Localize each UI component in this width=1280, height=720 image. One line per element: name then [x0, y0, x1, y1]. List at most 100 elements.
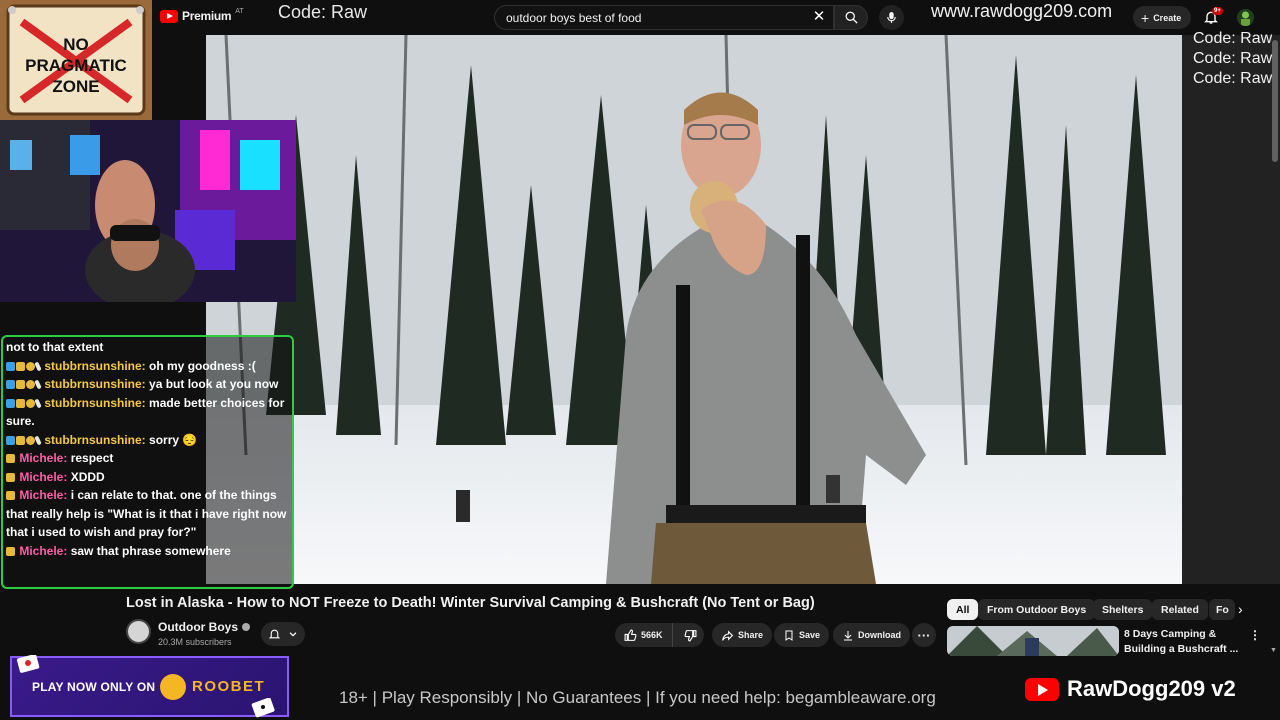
pencil-badge-icon: [34, 435, 42, 445]
chat-username: Michele:: [19, 488, 68, 502]
more-horizontal-icon: ···: [917, 627, 931, 643]
clear-search-icon[interactable]: ✕: [811, 9, 827, 25]
chip-shelters[interactable]: Shelters: [1093, 599, 1153, 620]
chat-text: sorry 😔: [145, 432, 198, 447]
roobet-brand: ROOBET: [192, 678, 266, 695]
crown-badge-icon: [16, 361, 25, 371]
sign-text: NO PRAGMATIC ZONE: [0, 34, 152, 97]
chat-text: respect: [67, 451, 114, 465]
bookmark-icon: [785, 630, 793, 641]
youtube-logo-icon: [1025, 678, 1059, 701]
channel-name[interactable]: Outdoor Boys: [158, 620, 250, 634]
create-label: Create: [1153, 12, 1182, 23]
sign-line: NO: [63, 35, 89, 54]
chat-message: Michele: respect: [6, 449, 289, 468]
pencil-badge-icon: [34, 379, 42, 390]
playing-card-icon: [16, 655, 40, 673]
chat-message: stubbrnsunshine: oh my goodness :(: [6, 357, 289, 376]
more-actions-button[interactable]: ···: [912, 623, 936, 647]
search-input[interactable]: outdoor boys best of food: [494, 5, 834, 30]
verified-icon: [242, 623, 250, 631]
like-button[interactable]: 566K: [615, 623, 673, 647]
chat-message: stubbrnsunshine: sorry 😔: [6, 431, 289, 450]
stream-screen: Premium AT Code: Raw outdoor boys best o…: [0, 0, 1280, 720]
create-button[interactable]: + Create: [1133, 6, 1192, 29]
chat-username: stubbrnsunshine:: [44, 377, 146, 391]
related-video-title[interactable]: 8 Days Camping & Building a Bushcraft ..…: [1124, 627, 1242, 657]
chat-text: oh my goodness :(: [145, 358, 256, 373]
plus-icon: +: [1141, 9, 1150, 26]
search-button[interactable]: [834, 5, 868, 30]
video-frame: [206, 35, 1182, 584]
crown-badge-icon: [16, 398, 25, 408]
vertical-dots-icon[interactable]: ⋮: [1249, 628, 1261, 642]
like-count: 566K: [641, 630, 663, 640]
crown-badge-icon: [6, 491, 15, 500]
scroll-down-arrow-icon[interactable]: ▼: [1270, 647, 1277, 654]
youtube-play-icon: [160, 9, 178, 23]
code-overlay-stack: Code: Raw Code: Raw Code: Raw: [1193, 29, 1272, 89]
chat-text: XDDD: [67, 469, 105, 484]
roobet-logo-icon: [160, 674, 186, 700]
webcam-frame: [0, 120, 296, 302]
dislike-button[interactable]: [677, 623, 704, 647]
download-label: Download: [858, 630, 901, 640]
no-pragmatic-zone-sign: NO PRAGMATIC ZONE: [0, 0, 152, 120]
page-scrollbar[interactable]: [1272, 40, 1278, 162]
voice-search-button[interactable]: [879, 5, 904, 30]
account-avatar[interactable]: [1237, 9, 1254, 26]
crown-badge-icon: [6, 546, 15, 556]
prime-badge-icon: [6, 380, 15, 389]
chat-message: Michele: i can relate to that. one of th…: [6, 486, 289, 542]
prime-badge-icon: [6, 398, 15, 408]
chip-truncated[interactable]: Fo: [1209, 599, 1235, 620]
save-button[interactable]: Save: [774, 623, 830, 647]
thumbs-up-icon: [624, 629, 637, 641]
bell-icon: [268, 629, 281, 639]
save-label: Save: [799, 630, 821, 640]
subscriber-count: 20.3M subscribers: [158, 637, 232, 647]
channel-avatar[interactable]: [126, 619, 151, 644]
chat-message: Michele: saw that phrase somewhere: [6, 542, 289, 561]
chat-message: not to that extent: [6, 338, 289, 357]
chat-message: Michele: XDDD: [6, 468, 289, 487]
crown-badge-icon: [16, 435, 25, 445]
chip-related[interactable]: Related: [1152, 599, 1208, 620]
code-overlay-top: Code: Raw: [278, 2, 368, 22]
chat-username: Michele:: [19, 469, 68, 484]
chat-text: ya but look at you now: [145, 377, 279, 391]
avatar-image: [1237, 9, 1254, 26]
download-button[interactable]: Download: [833, 623, 910, 647]
streamer-webcam: [0, 120, 296, 302]
code-overlay-line: Code: Raw: [1193, 70, 1273, 87]
notification-count-badge: 9+: [1212, 7, 1223, 15]
related-video-thumbnail[interactable]: [947, 626, 1119, 656]
chat-username: stubbrnsunshine:: [44, 432, 146, 447]
roobet-ad: PLAY NOW ONLY ON ROOBET: [10, 655, 289, 718]
streamer-name: RawDogg209 v2: [1067, 676, 1236, 701]
sign-line: PRAGMATIC: [25, 56, 127, 75]
subscribed-notifications-button[interactable]: [261, 622, 305, 646]
sign-line: ZONE: [52, 77, 100, 96]
crown-badge-icon: [16, 380, 25, 389]
youtube-premium-logo[interactable]: Premium AT: [160, 8, 244, 23]
search-icon: [845, 11, 858, 24]
share-icon: [722, 629, 734, 641]
thumbs-down-icon: [684, 629, 697, 641]
chat-message: stubbrnsunshine: made better choices for…: [6, 394, 289, 431]
crown-badge-icon: [6, 472, 15, 482]
chevron-right-icon[interactable]: ›: [1238, 601, 1254, 617]
share-button[interactable]: Share: [712, 623, 773, 647]
pencil-badge-icon: [34, 361, 42, 371]
chat-text: saw that phrase somewhere: [67, 543, 231, 558]
chip-from-channel[interactable]: From Outdoor Boys: [978, 599, 1096, 620]
share-label: Share: [738, 630, 764, 640]
video-player[interactable]: [206, 35, 1182, 584]
chip-all[interactable]: All: [947, 599, 979, 620]
url-overlay: www.rawdogg209.com: [931, 1, 1113, 21]
thumbnail-image: [947, 626, 1119, 656]
chat-username: Michele:: [19, 451, 68, 465]
channel-name-text: Outdoor Boys: [158, 620, 238, 634]
chevron-down-icon: [289, 632, 297, 637]
chat-overlay: not to that extent stubbrnsunshine: oh m…: [1, 335, 294, 589]
